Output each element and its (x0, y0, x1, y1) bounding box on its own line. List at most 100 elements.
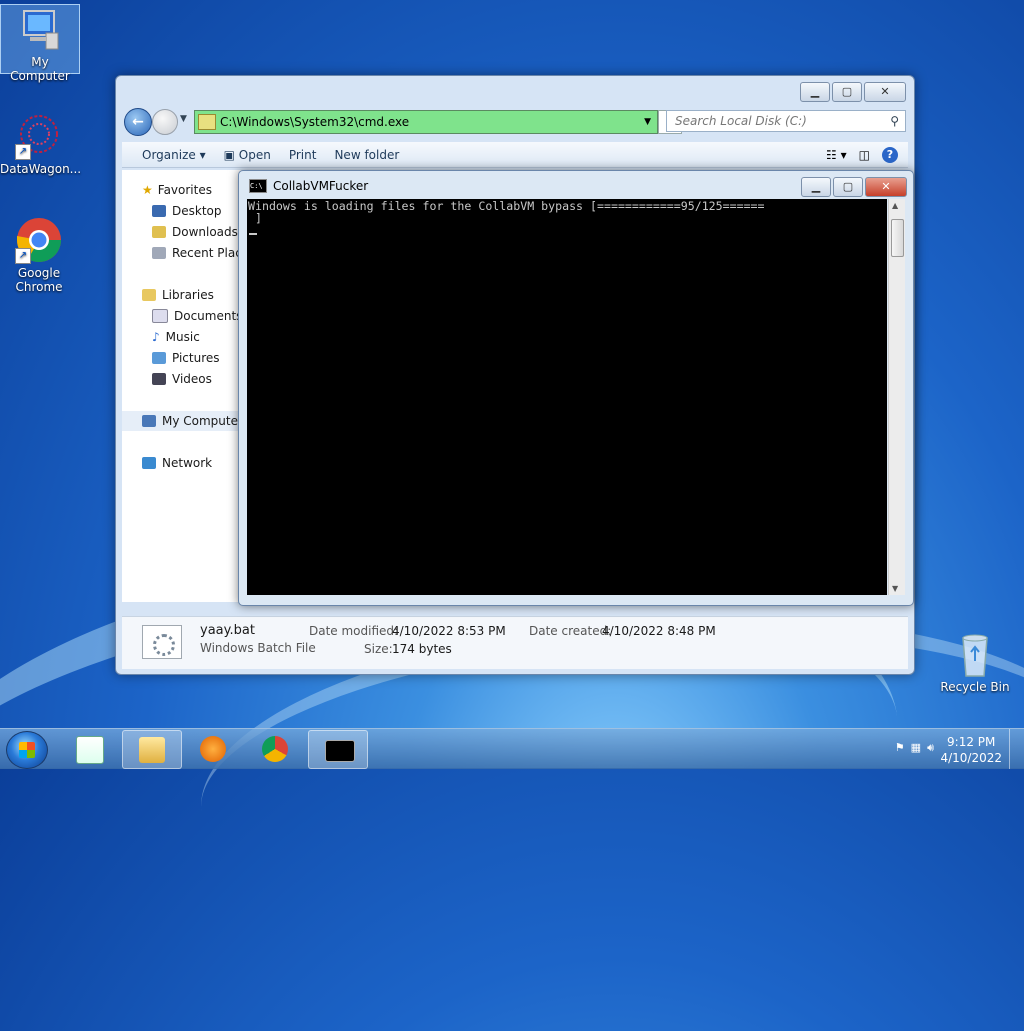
file-name: yaay.bat (200, 623, 255, 638)
explorer-window-controls: ▁ ▢ ✕ (800, 82, 906, 102)
videos-icon (152, 373, 166, 385)
search-input[interactable]: Search Local Disk (C:) ⚲ (666, 110, 906, 132)
view-options-icon[interactable]: ☷ ▾ (826, 148, 847, 162)
maximize-button[interactable]: ▢ (832, 82, 862, 102)
recent-pages-dropdown[interactable]: ▼ (180, 114, 187, 124)
details-pane: yaay.bat Windows Batch File Date modifie… (122, 616, 908, 669)
minimize-button[interactable]: ▁ (800, 82, 830, 102)
chevron-down-icon[interactable]: ▼ (644, 117, 651, 127)
clock-time: 9:12 PM (947, 735, 996, 749)
command-bar: Organize ▾ ▣ Open Print New folder ☷ ▾ ◫… (122, 142, 908, 168)
libraries-icon (142, 289, 156, 301)
size-label: Size: (364, 642, 393, 656)
cmd-window: C:\ CollabVMFucker ▁ ▢ ✕ Windows is load… (238, 170, 914, 606)
date-created-label: Date created: (529, 624, 612, 638)
nav-pictures[interactable]: Pictures (152, 348, 244, 368)
nav-network[interactable]: Network (142, 453, 244, 473)
recent-places-icon (152, 247, 166, 259)
help-icon[interactable]: ? (882, 146, 898, 163)
folder-icon (198, 114, 216, 130)
volume-icon[interactable]: 🔊︎ (927, 741, 934, 755)
taskbar: ⚑ ▦ 🔊︎ 9:12 PM 4/10/2022 (0, 728, 1024, 769)
nav-favorites[interactable]: ★ Favorites (142, 180, 244, 200)
folder-icon (139, 737, 165, 763)
network-tray-icon[interactable]: ▦ (911, 741, 921, 755)
open-button[interactable]: ▣ Open (218, 145, 277, 165)
start-button[interactable] (6, 731, 48, 769)
chrome-icon (262, 736, 288, 762)
open-icon: ▣ (223, 147, 235, 162)
cmd-title: CollabVMFucker (273, 179, 369, 193)
new-folder-button[interactable]: New folder (328, 145, 405, 165)
cmd-icon (325, 740, 355, 762)
search-icon[interactable]: ⚲ (890, 114, 899, 128)
scroll-down-icon[interactable]: ▼ (892, 584, 898, 593)
desktop-icon-label: My Computer (10, 55, 70, 83)
documents-icon (152, 309, 168, 323)
recycle-bin-icon (951, 630, 999, 678)
action-center-flag-icon[interactable]: ⚑ (895, 741, 905, 755)
chrome-icon: ↗ (15, 216, 63, 264)
cmd-close-button[interactable]: ✕ (865, 177, 907, 197)
nav-my-computer[interactable]: My Computer (122, 411, 244, 431)
show-desktop-button[interactable] (1009, 729, 1024, 769)
pictures-icon (152, 352, 166, 364)
cmd-maximize-button[interactable]: ▢ (833, 177, 863, 197)
media-player-icon (200, 736, 226, 762)
navigation-row: ← ▼ C:\Windows\System32\cmd.exe ▼ ✕ Sear… (124, 108, 906, 136)
star-icon: ★ (142, 183, 153, 197)
back-button[interactable]: ← (124, 108, 152, 136)
system-tray: ⚑ ▦ 🔊︎ (895, 741, 934, 755)
desktop-icon-google-chrome[interactable]: ↗ Google Chrome (0, 216, 78, 294)
nav-downloads[interactable]: Downloads (152, 222, 244, 242)
console-line: ] (248, 211, 262, 225)
nav-videos[interactable]: Videos (152, 369, 244, 389)
nav-music[interactable]: ♪ Music (152, 327, 244, 347)
organize-button[interactable]: Organize ▾ (136, 145, 212, 165)
scrollbar-thumb[interactable] (891, 219, 904, 257)
taskbar-cmd[interactable] (308, 730, 368, 769)
taskbar-explorer[interactable] (122, 730, 182, 769)
network-icon (142, 457, 156, 469)
scroll-up-icon[interactable]: ▲ (892, 201, 898, 210)
desktop-icon-recycle-bin[interactable]: Recycle Bin (936, 630, 1014, 694)
nav-documents[interactable]: Documents (152, 306, 244, 326)
desktop-icon-label: DataWagon... (0, 162, 82, 176)
size-value: 174 bytes (392, 642, 452, 656)
clock-date: 4/10/2022 (940, 751, 1002, 765)
print-button[interactable]: Print (283, 145, 323, 165)
address-text: C:\Windows\System32\cmd.exe (220, 115, 410, 129)
close-button[interactable]: ✕ (864, 82, 906, 102)
downloads-icon (152, 226, 166, 238)
desktop-icon-my-computer[interactable]: My Computer (0, 4, 80, 83)
nav-libraries[interactable]: Libraries (142, 285, 244, 305)
desktop-icon-datawagon[interactable]: ↗ DataWagon... (0, 112, 82, 176)
address-bar[interactable]: C:\Windows\System32\cmd.exe ▼ (194, 110, 658, 134)
preview-pane-icon[interactable]: ◫ (859, 148, 870, 162)
console-output[interactable]: Windows is loading files for the CollabV… (247, 199, 887, 595)
file-type: Windows Batch File (200, 641, 316, 655)
vertical-scrollbar[interactable]: ▲ ▼ (888, 199, 905, 595)
computer-icon (142, 415, 156, 427)
shortcut-arrow-icon: ↗ (15, 248, 31, 264)
cmd-minimize-button[interactable]: ▁ (801, 177, 831, 197)
music-icon: ♪ (152, 330, 160, 344)
date-modified-label: Date modified: (309, 624, 399, 638)
console-cursor (249, 233, 257, 235)
taskbar-chrome[interactable] (246, 730, 304, 767)
cmd-titlebar[interactable]: C:\ CollabVMFucker (249, 179, 368, 193)
date-modified-value: 4/10/2022 8:53 PM (392, 624, 506, 638)
search-placeholder: Search Local Disk (C:) (675, 114, 807, 128)
date-created-value: 4/10/2022 8:48 PM (602, 624, 716, 638)
cmd-window-controls: ▁ ▢ ✕ (801, 177, 907, 197)
cmd-icon: C:\ (249, 179, 267, 193)
taskbar-notepad[interactable] (60, 730, 118, 767)
forward-button[interactable] (152, 109, 178, 135)
nav-desktop[interactable]: Desktop (152, 201, 244, 221)
batch-file-icon (142, 625, 182, 659)
clock[interactable]: 9:12 PM 4/10/2022 (940, 734, 1002, 766)
navigation-pane: ★Favorites Desktop Downloads Recent Plac… (122, 170, 244, 602)
taskbar-media-player[interactable] (184, 730, 242, 767)
shortcut-arrow-icon: ↗ (15, 144, 31, 160)
nav-recent-places[interactable]: Recent Places (152, 243, 244, 263)
